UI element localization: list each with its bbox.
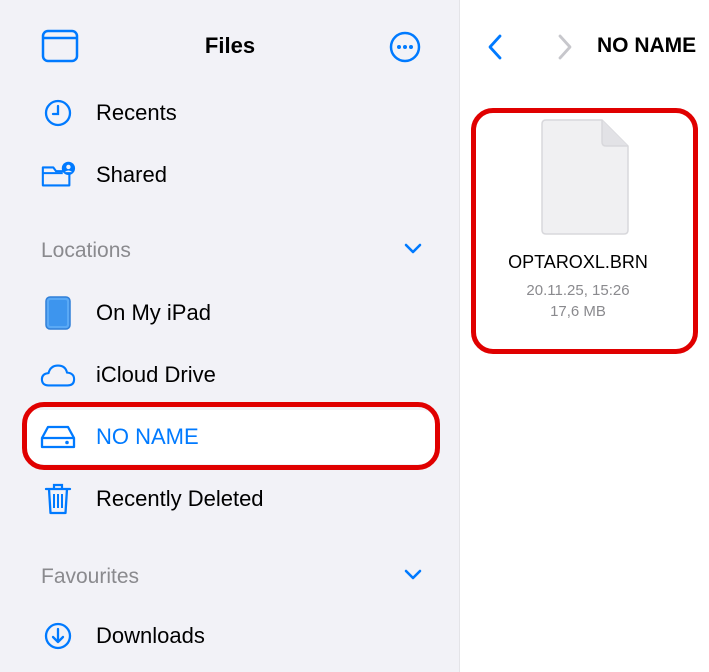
sidebar-title: Files bbox=[204, 33, 256, 58]
sidebar-item-label: Recents bbox=[96, 100, 177, 125]
download-icon bbox=[40, 618, 76, 654]
trash-icon bbox=[40, 481, 76, 517]
chevron-down-icon[interactable] bbox=[403, 242, 423, 261]
sidebar-item-on-my-ipad[interactable]: On My iPad bbox=[24, 286, 436, 340]
sidebar-item-label: On My iPad bbox=[96, 300, 211, 325]
shared-folder-icon bbox=[40, 157, 76, 193]
drive-icon bbox=[40, 419, 76, 455]
sidebar: Files Recents Shared Locations On My iPa… bbox=[0, 0, 460, 672]
section-heading-favourites: Favourites bbox=[41, 565, 140, 588]
section-heading-locations: Locations bbox=[41, 239, 131, 262]
more-options-icon[interactable] bbox=[388, 30, 422, 69]
sidebar-item-shared[interactable]: Shared bbox=[24, 148, 436, 202]
cloud-icon bbox=[40, 357, 76, 393]
chevron-down-icon[interactable] bbox=[403, 568, 423, 587]
sidebar-item-label: Shared bbox=[96, 162, 167, 187]
document-icon bbox=[540, 118, 630, 241]
file-name: OPTAROXL.BRN bbox=[508, 252, 648, 272]
sidebar-item-no-name[interactable]: NO NAME bbox=[24, 410, 436, 464]
sidebar-item-label: NO NAME bbox=[96, 424, 199, 449]
back-chevron-icon[interactable] bbox=[486, 33, 504, 66]
ipad-icon bbox=[40, 295, 76, 331]
sidebar-item-label: iCloud Drive bbox=[96, 362, 216, 387]
sidebar-item-recents[interactable]: Recents bbox=[24, 86, 436, 140]
sidebar-item-label: Downloads bbox=[96, 623, 205, 648]
sidebar-item-icloud-drive[interactable]: iCloud Drive bbox=[24, 348, 436, 402]
file-size: 17,6 MB bbox=[550, 303, 606, 320]
sidebar-item-downloads[interactable]: Downloads bbox=[24, 609, 436, 663]
sidebar-item-label: Recently Deleted bbox=[96, 486, 264, 511]
page-title: NO NAME bbox=[597, 34, 697, 57]
sidebar-toggle-icon[interactable] bbox=[41, 29, 79, 68]
forward-chevron-icon[interactable] bbox=[556, 33, 574, 66]
sidebar-item-recently-deleted[interactable]: Recently Deleted bbox=[24, 472, 436, 526]
file-date: 20.11.25, 15:26 bbox=[526, 282, 630, 299]
clock-icon bbox=[40, 95, 76, 131]
